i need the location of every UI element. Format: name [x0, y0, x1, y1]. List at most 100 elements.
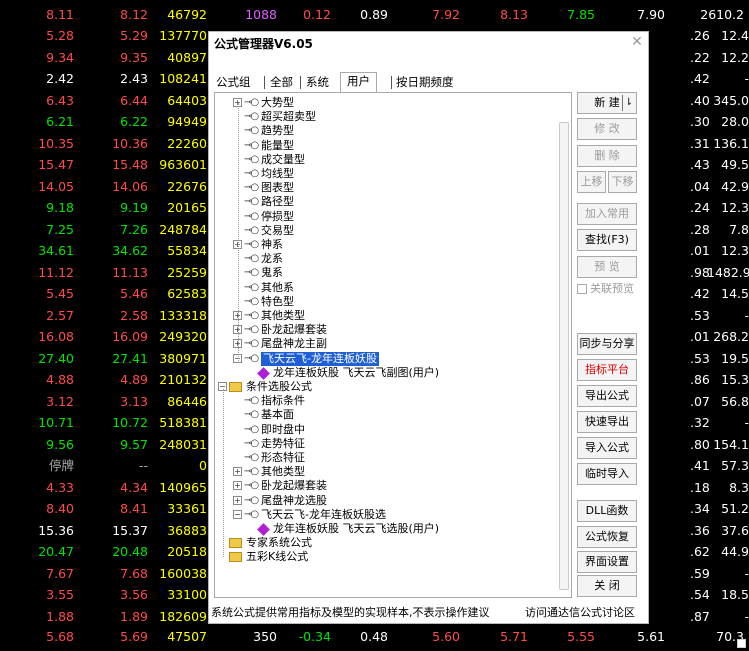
node-icon: ⊸○ — [244, 466, 259, 478]
tree-item[interactable]: ⊸○ 均线型 — [244, 167, 294, 181]
tree-item[interactable]: 专家系统公式 — [229, 536, 312, 550]
temp-import-button[interactable]: 临时导入 — [577, 463, 637, 485]
formula-item[interactable]: 龙年连板妖股 飞天云飞选股(用户) — [257, 522, 440, 536]
dialog-titlebar[interactable]: 公式管理器V6.05 ✕ — [209, 32, 648, 54]
tree-item[interactable]: + ⊸○ 其他类型 — [233, 465, 305, 479]
table-cell: 15.47 — [38, 157, 74, 172]
table-cell: 0 — [199, 458, 207, 473]
edit-button[interactable]: 修 改 — [577, 118, 637, 140]
tree-item[interactable]: 五彩K线公式 — [229, 550, 308, 564]
tree-item[interactable]: − 条件选股公式 — [218, 380, 312, 394]
linked-preview-checkbox[interactable]: 关联预览 — [577, 280, 634, 296]
table-cell: 5.45 — [46, 286, 74, 301]
formula-tree[interactable]: + ⊸○ 大势型 ⊸○ 超买超卖型 ⊸○ 趋势型 ⊸○ 能量型 ⊸○ 成交量型 ⊸○ 均线型 ⊸○ 图表型 ⊸… — [214, 92, 572, 598]
sync-share-button[interactable]: 同步与分享 — [577, 333, 637, 355]
table-cell: 154.1 — [713, 436, 749, 452]
table-cell: 2610.2 — [700, 7, 744, 22]
tree-item-label: 龙年连板妖股 飞天云飞选股(用户) — [273, 522, 440, 535]
table-cell: 12.3 — [721, 243, 749, 258]
tree-item[interactable]: ⊸○ 即时盘中 — [244, 423, 305, 437]
tree-item[interactable]: + ⊸○ 大势型 — [233, 96, 294, 110]
tree-item[interactable]: − ⊸○ 飞天云飞-龙年连板妖股选 — [233, 508, 386, 522]
delete-button[interactable]: 删 除 — [577, 145, 637, 167]
tree-item[interactable]: + ⊸○ 卧龙起爆套装 — [233, 323, 327, 337]
table-cell: 249320 — [159, 329, 207, 344]
tree-item-label: 尾盘神龙主副 — [261, 337, 327, 351]
tree-item[interactable]: + ⊸○ 其他类型 — [233, 309, 305, 323]
tree-item[interactable]: ⊸○ 趋势型 — [244, 124, 294, 138]
table-cell: - — [744, 307, 749, 323]
import-formula-button[interactable]: 导入公式 — [577, 437, 637, 459]
tree-item[interactable]: ⊸○ 指标条件 — [244, 394, 305, 408]
tree-item[interactable]: + ⊸○ 神系 — [233, 238, 283, 252]
node-icon: ⊸○ — [244, 480, 259, 492]
tree-item[interactable]: ⊸○ 基本面 — [244, 408, 294, 422]
tree-item[interactable]: − ⊸○ 飞天云飞-龙年连板妖股 — [233, 351, 379, 366]
table-cell: 182609 — [159, 608, 207, 624]
table-cell: 136.1 — [713, 135, 749, 151]
tree-item-label: 龙系 — [261, 252, 283, 266]
table-cell: .32 — [690, 415, 710, 430]
find-button[interactable]: 查找(F3) — [577, 229, 637, 251]
footer-note: 系统公式提供常用指标及模型的实现样本,不表示操作建议 — [211, 606, 490, 619]
tree-item[interactable]: ⊸○ 龙系 — [244, 252, 283, 266]
table-cell: 14.5 — [721, 286, 749, 301]
table-cell: 46792 — [167, 7, 207, 22]
preview-button[interactable]: 预 览 — [577, 256, 637, 278]
folder-icon — [229, 552, 242, 563]
move-up-button[interactable]: 上移 — [577, 171, 606, 193]
tree-item[interactable]: + ⊸○ 尾盘神龙选股 — [233, 494, 327, 508]
tree-item[interactable]: ⊸○ 图表型 — [244, 181, 294, 195]
formula-item[interactable]: 龙年连板妖股 飞天云飞副图(用户) — [257, 366, 439, 380]
export-formula-button[interactable]: 导出公式 — [577, 385, 637, 407]
expand-icon[interactable]: + — [233, 495, 242, 505]
table-cell: 7.68 — [120, 565, 148, 581]
new-formula-button[interactable]: 新 建 ⇂ — [577, 92, 637, 114]
tab-by-date-frequency[interactable]: 按日期频度 — [396, 74, 454, 92]
dropdown-arrow-icon[interactable]: ⇂ — [621, 95, 633, 111]
move-down-button[interactable]: 下移 — [608, 171, 637, 193]
tree-item[interactable]: ⊸○ 特色型 — [244, 295, 294, 309]
node-icon: ⊸○ — [244, 253, 259, 265]
node-icon: ⊸○ — [244, 196, 259, 208]
forum-link[interactable]: 访问通达信公式讨论区 — [525, 604, 635, 620]
tree-item[interactable]: ⊸○ 停损型 — [244, 210, 294, 224]
close-button[interactable]: 关 闭 — [577, 575, 637, 597]
tree-item[interactable]: ⊸○ 走势特征 — [244, 437, 305, 451]
close-icon[interactable]: ✕ — [630, 32, 644, 52]
table-row[interactable]: 8.11 8.12 46792 1088 0.12 0.89 7.92 8.13… — [0, 4, 749, 25]
expand-icon[interactable]: + — [233, 467, 242, 477]
table-cell: - — [744, 565, 749, 581]
table-cell: 42.9 — [721, 178, 749, 194]
tree-item[interactable]: ⊸○ 能量型 — [244, 139, 294, 153]
resize-grip[interactable] — [737, 639, 746, 648]
indicator-platform-button[interactable]: 指标平台 — [577, 359, 637, 381]
tab-all[interactable]: 全部 — [270, 74, 293, 92]
tree-item[interactable]: + ⊸○ 尾盘神龙主副 — [233, 337, 327, 351]
tree-item[interactable]: ⊸○ 交易型 — [244, 224, 294, 238]
tree-scrollbar[interactable] — [559, 122, 569, 590]
table-cell: 210132 — [159, 372, 207, 387]
expand-icon[interactable]: + — [233, 481, 242, 491]
tree-item-label: 条件选股公式 — [246, 380, 312, 393]
tree-item[interactable]: ⊸○ 形态特征 — [244, 451, 305, 465]
quick-export-button[interactable]: 快速导出 — [577, 411, 637, 433]
tree-item[interactable]: ⊸○ 路径型 — [244, 195, 294, 209]
tree-item[interactable]: ⊸○ 鬼系 — [244, 266, 283, 280]
dll-function-button[interactable]: DLL函数 — [577, 500, 637, 522]
tab-system[interactable]: 系统 — [306, 74, 329, 92]
tab-user[interactable]: 用户 — [340, 72, 377, 92]
tree-item[interactable]: ⊸○ 成交量型 — [244, 153, 305, 167]
table-row[interactable]: 5.68 5.69 47507 350 -0.34 0.48 5.60 5.71… — [0, 626, 749, 647]
tree-item[interactable]: ⊸○ 超买超卖型 — [244, 110, 316, 124]
table-cell: 248784 — [159, 221, 207, 237]
tab-formula-group[interactable]: 公式组 — [216, 74, 251, 92]
checkbox-icon — [577, 284, 587, 294]
tree-item[interactable]: ⊸○ 其他系 — [244, 281, 294, 295]
tree-item[interactable]: + ⊸○ 卧龙起爆套装 — [233, 479, 327, 493]
ui-settings-button[interactable]: 界面设置 — [577, 551, 637, 573]
table-cell: 2.42 — [46, 71, 74, 86]
add-to-common-button[interactable]: 加入常用 — [577, 203, 637, 225]
restore-formula-button[interactable]: 公式恢复 — [577, 526, 637, 548]
collapse-icon[interactable]: − — [233, 509, 242, 519]
